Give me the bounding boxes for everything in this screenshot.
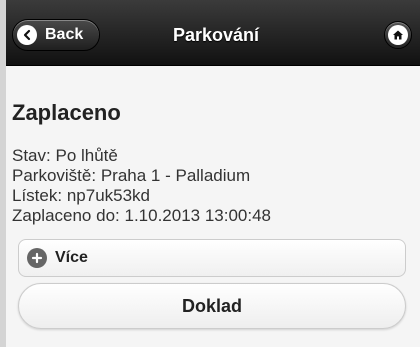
payment-status-heading: Zaplaceno — [12, 100, 121, 125]
parking-lot-row: Parkoviště: Praha 1 - Palladium — [12, 166, 271, 186]
receipt-button[interactable]: Doklad — [18, 283, 406, 329]
chevron-left-icon — [17, 25, 37, 45]
home-button[interactable] — [384, 21, 412, 49]
parking-screen: Back Parkování Zaplaceno Stav: Po lhůtě — [6, 0, 420, 347]
page-title: Parkování — [172, 25, 260, 45]
paid-until-label: Zaplaceno do: — [12, 206, 120, 225]
ticket-label: Lístek: — [12, 186, 63, 205]
home-icon — [388, 25, 408, 45]
parking-lot-label: Parkoviště: — [12, 166, 97, 185]
parking-details: Stav: Po lhůtě Parkoviště: Praha 1 - Pal… — [12, 146, 271, 226]
back-label: Back — [45, 26, 84, 43]
plus-icon — [27, 248, 47, 268]
main-content: Zaplaceno Stav: Po lhůtě Parkoviště: Pra… — [6, 66, 420, 347]
ticket-value: np7uk53kd — [66, 186, 151, 205]
back-button[interactable]: Back — [12, 19, 100, 51]
paid-until-row: Zaplaceno do: 1.10.2013 13:00:48 — [12, 206, 271, 226]
more-label: Více — [55, 249, 88, 266]
top-bar: Back Parkování — [6, 0, 420, 66]
status-label: Stav: — [12, 146, 51, 165]
ticket-row: Lístek: np7uk53kd — [12, 186, 271, 206]
parking-lot-value: Praha 1 - Palladium — [100, 166, 251, 185]
status-value: Po lhůtě — [55, 146, 118, 165]
status-row: Stav: Po lhůtě — [12, 146, 271, 166]
more-button[interactable]: Více — [18, 239, 406, 277]
app-window: Back Parkování Zaplaceno Stav: Po lhůtě — [0, 0, 420, 347]
receipt-label: Doklad — [181, 295, 242, 316]
paid-until-value: 1.10.2013 13:00:48 — [124, 206, 272, 225]
